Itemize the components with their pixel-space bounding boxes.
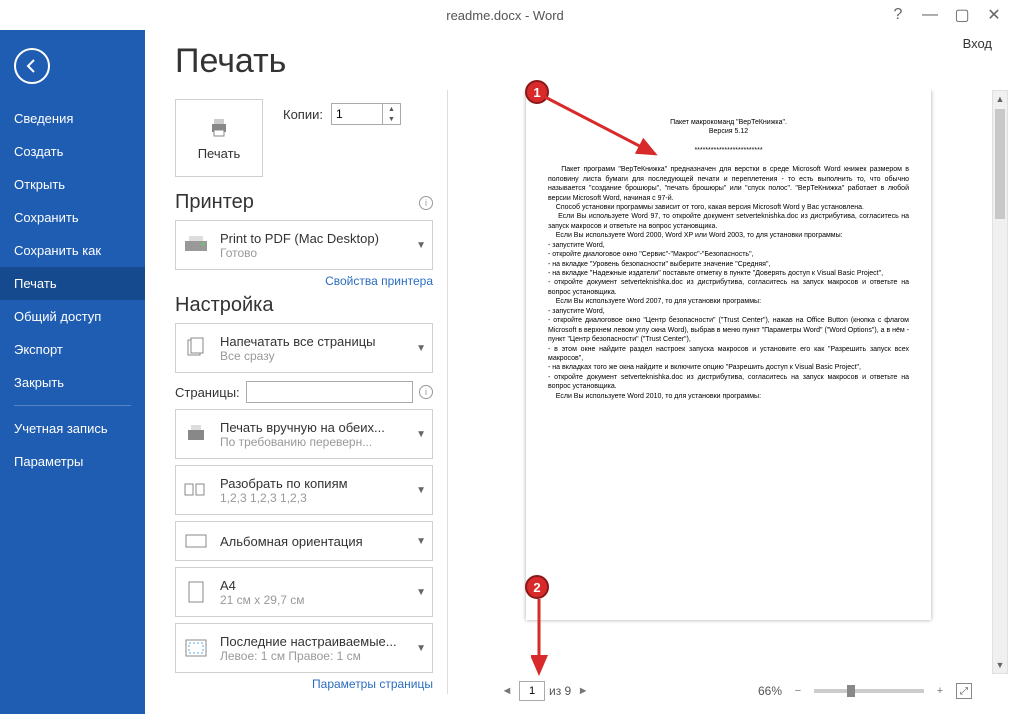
- fit-page-button[interactable]: ⤢: [956, 683, 972, 699]
- copies-down-icon[interactable]: ▼: [383, 114, 400, 124]
- print-range-dropdown[interactable]: Напечатать все страницы Все сразу ▼: [175, 323, 433, 373]
- chevron-down-icon: ▼: [416, 536, 426, 547]
- sidebar-bottom-item-0[interactable]: Учетная запись: [0, 412, 145, 445]
- printer-name: Print to PDF (Mac Desktop): [220, 231, 406, 246]
- sidebar-item-8[interactable]: Закрыть: [0, 366, 145, 399]
- preview-canvas: Пакет макрокоманд "ВерТеКнижка". Версия …: [461, 90, 996, 676]
- copies-spinner[interactable]: ▲ ▼: [331, 103, 401, 125]
- zoom-in-button[interactable]: +: [932, 683, 948, 699]
- zoom-slider[interactable]: [814, 689, 924, 693]
- print-preview-pane: Пакет макрокоманд "ВерТеКнижка". Версия …: [451, 30, 1010, 714]
- printer-section-title: Принтер: [175, 191, 254, 214]
- sidebar-bottom-item-1[interactable]: Параметры: [0, 445, 145, 478]
- paper-size-dropdown[interactable]: A4 21 см x 29,7 см ▼: [175, 567, 433, 617]
- page-title: Печать: [175, 42, 433, 81]
- help-icon[interactable]: ?: [888, 5, 908, 25]
- backstage-sidebar: СведенияСоздатьОткрытьСохранитьСохранить…: [0, 30, 145, 714]
- preview-scrollbar[interactable]: ▲ ▼: [992, 90, 1008, 674]
- window-title: readme.docx - Word: [446, 8, 564, 23]
- print-settings-panel: Печать Печать Копии: ▲ ▼: [145, 30, 445, 714]
- printer-dropdown[interactable]: Print to PDF (Mac Desktop) Готово ▼: [175, 220, 433, 270]
- print-button[interactable]: Печать: [175, 99, 263, 177]
- pages-stack-icon: [182, 334, 210, 362]
- print-button-label: Печать: [198, 146, 241, 161]
- printer-status: Готово: [220, 246, 406, 260]
- page-total-label: из 9: [549, 684, 571, 698]
- zoom-value: 66%: [758, 684, 782, 698]
- close-icon[interactable]: ✕: [984, 5, 1004, 25]
- preview-footer: ◄ из 9 ► 66% − + ⤢: [461, 676, 996, 706]
- chevron-down-icon: ▼: [416, 343, 426, 354]
- sidebar-item-5[interactable]: Печать: [0, 267, 145, 300]
- prev-page-button[interactable]: ◄: [499, 683, 515, 699]
- printer-device-icon: [182, 231, 210, 259]
- pages-label: Страницы:: [175, 385, 240, 400]
- collate-icon: [182, 476, 210, 504]
- pages-input[interactable]: [246, 381, 413, 403]
- sidebar-item-0[interactable]: Сведения: [0, 102, 145, 135]
- scroll-up-icon[interactable]: ▲: [993, 91, 1007, 107]
- sidebar-item-1[interactable]: Создать: [0, 135, 145, 168]
- chevron-down-icon: ▼: [416, 587, 426, 598]
- sidebar-item-2[interactable]: Открыть: [0, 168, 145, 201]
- chevron-down-icon: ▼: [416, 485, 426, 496]
- duplex-dropdown[interactable]: Печать вручную на обеих... По требованию…: [175, 409, 433, 459]
- maximize-icon[interactable]: ▢: [952, 5, 972, 25]
- page-icon: [182, 578, 210, 606]
- sidebar-item-3[interactable]: Сохранить: [0, 201, 145, 234]
- next-page-button[interactable]: ►: [575, 683, 591, 699]
- back-button[interactable]: [14, 48, 50, 84]
- sidebar-item-7[interactable]: Экспорт: [0, 333, 145, 366]
- sidebar-item-6[interactable]: Общий доступ: [0, 300, 145, 333]
- sidebar-item-4[interactable]: Сохранить как: [0, 234, 145, 267]
- settings-section-title: Настройка: [175, 294, 273, 317]
- pages-info-icon[interactable]: i: [419, 385, 433, 399]
- copies-label: Копии:: [283, 107, 323, 122]
- document-page-preview: Пакет макрокоманд "ВерТеКнижка". Версия …: [526, 90, 931, 620]
- page-number-input[interactable]: [519, 681, 545, 701]
- copies-input[interactable]: [332, 104, 382, 124]
- margins-dropdown[interactable]: Последние настраиваемые... Левое: 1 см П…: [175, 623, 433, 673]
- chevron-down-icon: ▼: [416, 643, 426, 654]
- minimize-icon[interactable]: —: [920, 5, 940, 25]
- orientation-dropdown[interactable]: Альбомная ориентация ▼: [175, 521, 433, 561]
- duplex-icon: [182, 420, 210, 448]
- scroll-down-icon[interactable]: ▼: [993, 657, 1007, 673]
- printer-icon: [207, 116, 231, 140]
- copies-up-icon[interactable]: ▲: [383, 104, 400, 114]
- zoom-out-button[interactable]: −: [790, 683, 806, 699]
- title-bar: readme.docx - Word ? — ▢ ✕: [0, 0, 1010, 30]
- margins-icon: [182, 634, 210, 662]
- printer-info-icon[interactable]: i: [419, 196, 433, 210]
- page-setup-link[interactable]: Параметры страницы: [175, 677, 433, 691]
- collate-dropdown[interactable]: Разобрать по копиям 1,2,3 1,2,3 1,2,3 ▼: [175, 465, 433, 515]
- printer-properties-link[interactable]: Свойства принтера: [175, 274, 433, 288]
- landscape-icon: [182, 527, 210, 555]
- chevron-down-icon: ▼: [416, 429, 426, 440]
- scroll-thumb[interactable]: [995, 109, 1005, 219]
- chevron-down-icon: ▼: [416, 240, 426, 251]
